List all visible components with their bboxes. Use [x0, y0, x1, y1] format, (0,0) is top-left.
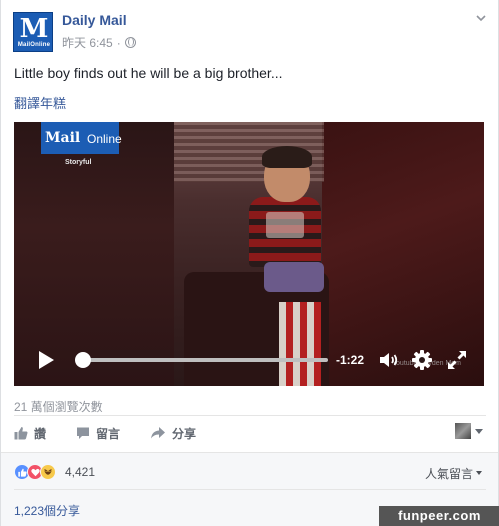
- popcorn-box: [279, 302, 321, 386]
- overlay-credit: Storyful: [65, 159, 92, 166]
- view-count: 21 萬個瀏覽次數: [14, 400, 103, 414]
- boy-legs: [264, 262, 324, 292]
- caret-down-icon: [476, 471, 483, 475]
- post-meta: 昨天 6:45 ·: [62, 34, 136, 51]
- divider: [14, 415, 486, 416]
- reaction-icons[interactable]: [14, 464, 56, 480]
- post-text: Little boy finds out he will be a big br…: [14, 65, 283, 81]
- comment-button[interactable]: 留言: [76, 425, 120, 442]
- like-label: 讚: [34, 426, 47, 441]
- share-label: 分享: [172, 426, 197, 441]
- globe-icon: [124, 37, 136, 48]
- video-player[interactable]: Mail Online Storyful Youtube/Hayden Mom …: [14, 122, 484, 386]
- share-button[interactable]: 分享: [150, 425, 196, 442]
- page-avatar-logo[interactable]: M MailOnline: [13, 12, 53, 52]
- mailonline-overlay-logo: Mail Online: [41, 122, 122, 154]
- comment-label: 留言: [96, 426, 121, 441]
- comment-icon: [77, 427, 90, 439]
- progress-scrubber[interactable]: [75, 352, 91, 368]
- page-name-link[interactable]: Daily Mail: [62, 12, 127, 28]
- share-count[interactable]: 1,223個分享: [14, 502, 80, 519]
- facebook-post-card: M MailOnline Daily Mail 昨天 6:45 · Little…: [0, 0, 499, 526]
- video-scene-left: [14, 122, 179, 386]
- shirt-print: [266, 212, 304, 238]
- thumbs-up-icon: [14, 427, 28, 440]
- action-bar: 讚 留言 分享: [14, 424, 226, 442]
- logo-letter: M: [19, 14, 49, 44]
- reaction-count[interactable]: 4,421: [65, 465, 95, 479]
- play-icon[interactable]: [39, 351, 54, 369]
- share-icon: [151, 427, 166, 439]
- overlay-brand-online: Online: [87, 132, 122, 146]
- logo-subtext: MailOnline: [17, 42, 51, 48]
- video-scene-right: [322, 122, 484, 386]
- like-button[interactable]: 讚: [14, 425, 46, 442]
- overlay-brand-main: Mail: [45, 130, 81, 146]
- progress-track[interactable]: [78, 358, 328, 362]
- comment-sort-dropdown[interactable]: 人氣留言: [425, 465, 483, 482]
- user-avatar: [455, 423, 471, 439]
- post-timestamp[interactable]: 昨天 6:45: [62, 34, 113, 51]
- haha-reaction-icon: [40, 464, 56, 480]
- comment-sort-label: 人氣留言: [425, 467, 474, 481]
- post-as-selector[interactable]: [455, 423, 483, 439]
- caret-down-icon: [475, 428, 483, 434]
- site-watermark-badge: funpeer.com: [379, 506, 499, 526]
- boy-hair: [262, 146, 312, 168]
- volume-icon[interactable]: [377, 348, 401, 372]
- divider: [14, 489, 486, 490]
- chevron-down-icon[interactable]: [475, 12, 487, 24]
- meta-separator: ·: [116, 35, 121, 50]
- gear-icon[interactable]: [411, 349, 433, 371]
- fullscreen-icon[interactable]: [446, 349, 468, 371]
- time-remaining: -1:22: [336, 353, 365, 367]
- translate-link[interactable]: 翻譯年糕: [14, 93, 66, 112]
